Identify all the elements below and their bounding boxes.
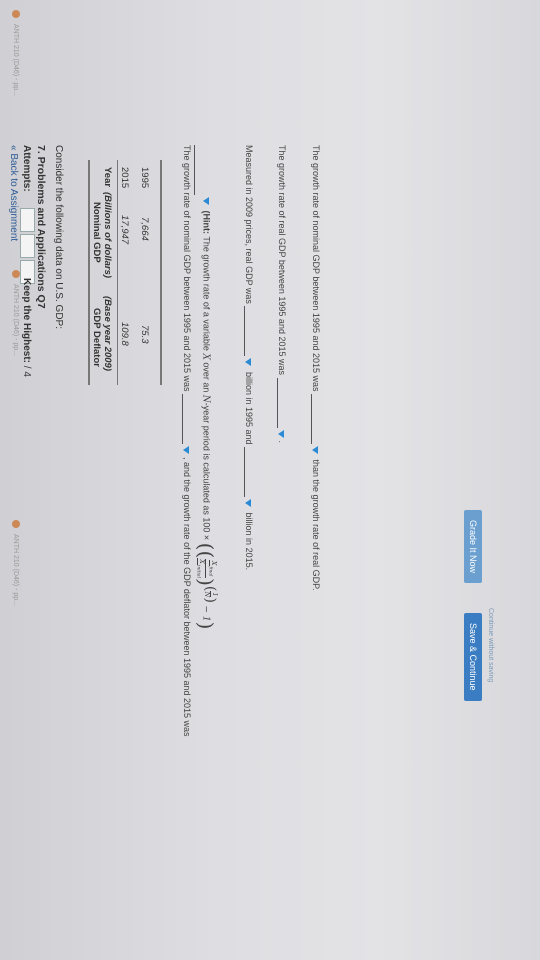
- attempt-box: [20, 234, 35, 258]
- question-intro: Consider the following data on U.S. GDP:: [53, 145, 64, 329]
- continue-without-saving-link[interactable]: Continue without saving: [487, 608, 494, 682]
- hint-label: (Hint:: [201, 210, 212, 235]
- chevron-down-icon[interactable]: [312, 446, 319, 455]
- q1-line1: The growth rate of nominal GDP between 1…: [182, 145, 193, 737]
- comparison-blank[interactable]: [311, 394, 322, 445]
- assignment-page: « Back to Assignment Attempts: Keep the …: [0, 0, 540, 960]
- attempt-box: [20, 208, 35, 232]
- q1-text-b: , and the growth rate of the GDP deflato…: [182, 457, 192, 737]
- browser-icon[interactable]: [12, 10, 20, 18]
- real-gdp-growth-blank[interactable]: [277, 377, 288, 428]
- hint-var-x: X: [200, 353, 211, 360]
- taskbar: ANTH 210 (D46) - pp...: [12, 270, 20, 356]
- attempts-boxes: [20, 208, 35, 286]
- taskbar-item[interactable]: ANTH 210 (D46) - pp...: [12, 24, 19, 96]
- q4-text-b: than the growth rate of real GDP.: [311, 459, 321, 591]
- save-continue-button[interactable]: Save & Continue: [464, 613, 482, 701]
- grade-it-now-button[interactable]: Grade It Now: [464, 510, 482, 584]
- taskbar: ANTH 210 (D46) - pp...: [12, 10, 20, 96]
- hint-rest: -year period is calculated as 100 ×: [201, 402, 212, 541]
- table-cell-year: 2015: [119, 167, 130, 189]
- browser-icon[interactable]: [12, 270, 20, 278]
- taskbar-item[interactable]: ANTH 210 (D46) - pp...: [12, 534, 19, 606]
- formula-close: ): [194, 621, 218, 630]
- col-header-deflator-2: (Base year 2009): [102, 296, 113, 371]
- q2-line: Measured in 2009 prices, real GDP was bi…: [244, 145, 255, 570]
- browser-icon[interactable]: [12, 520, 20, 528]
- chevron-down-icon[interactable]: [245, 358, 252, 367]
- keep-highest-value: / 4: [21, 365, 32, 377]
- q1-line2: (Hint: The growth rate of a variable X o…: [194, 145, 219, 630]
- formula-ratio: Xfinal Xinitial: [196, 558, 218, 579]
- real-gdp-1995-blank[interactable]: [244, 306, 255, 357]
- back-to-assignment-link[interactable]: « Back to Assignment: [8, 145, 19, 241]
- q4-text-a: The growth rate of nominal GDP between 1…: [311, 145, 321, 392]
- chevron-down-icon[interactable]: [203, 197, 209, 205]
- chevron-down-icon[interactable]: [245, 499, 252, 508]
- q3-line: The growth rate of real GDP between 1995…: [277, 145, 288, 443]
- q1-text-a: The growth rate of nominal GDP between 1…: [182, 145, 192, 392]
- col-header-gdp-1: Nominal GDP: [91, 202, 102, 263]
- attempts-label: Attempts:: [21, 145, 32, 192]
- formula-exp-paren: ): [202, 597, 218, 603]
- formula-paren: ): [194, 578, 218, 586]
- chevron-down-icon[interactable]: [183, 446, 190, 455]
- taskbar: ANTH 210 (D46) - pp...: [12, 520, 20, 606]
- formula-paren: ((: [194, 542, 218, 559]
- q3-text-a: The growth rate of real GDP between 1995…: [277, 145, 287, 375]
- chevron-down-icon[interactable]: [278, 429, 285, 438]
- hint-var-n: N: [200, 394, 211, 403]
- table-header-rule: [117, 160, 118, 385]
- q2-text-a: Measured in 2009 prices, real GDP was: [244, 145, 254, 304]
- q3-text-b: .: [277, 440, 287, 444]
- keep-highest: Keep the Highest: / 4: [21, 278, 32, 377]
- taskbar-item[interactable]: ANTH 210 (D46) - pp...: [12, 284, 19, 356]
- table-cell-gdp: 7,664: [139, 217, 150, 241]
- table-bottom-rule: [160, 160, 162, 385]
- question-title: 7. Problems and Applications Q7: [35, 145, 47, 309]
- deflator-growth-blank[interactable]: [194, 145, 205, 195]
- table-top-rule: [88, 160, 90, 385]
- table-cell-gdp: 17,947: [119, 215, 130, 245]
- real-gdp-2015-blank[interactable]: [244, 447, 255, 498]
- table-cell-deflator: 75.3: [139, 325, 150, 344]
- col-header-deflator-1: GDP Deflator: [91, 308, 102, 367]
- col-header-gdp-2: (Billions of dollars): [102, 192, 113, 279]
- col-header-year: Year: [102, 167, 113, 188]
- hint-over: over an: [201, 362, 212, 393]
- table-cell-deflator: 109.8: [119, 322, 130, 346]
- table-cell-year: 1995: [139, 167, 150, 189]
- keep-highest-label: Keep the Highest:: [21, 278, 32, 364]
- q2-text-c: billion in 2015.: [244, 512, 254, 571]
- formula-minus-one: − 1: [200, 605, 211, 622]
- q4-line: The growth rate of nominal GDP between 1…: [311, 145, 322, 590]
- q2-text-b: billion in 1995 and: [244, 371, 254, 445]
- hint-text: The growth rate of a variable: [201, 236, 212, 351]
- nominal-gdp-growth-blank[interactable]: [182, 394, 193, 445]
